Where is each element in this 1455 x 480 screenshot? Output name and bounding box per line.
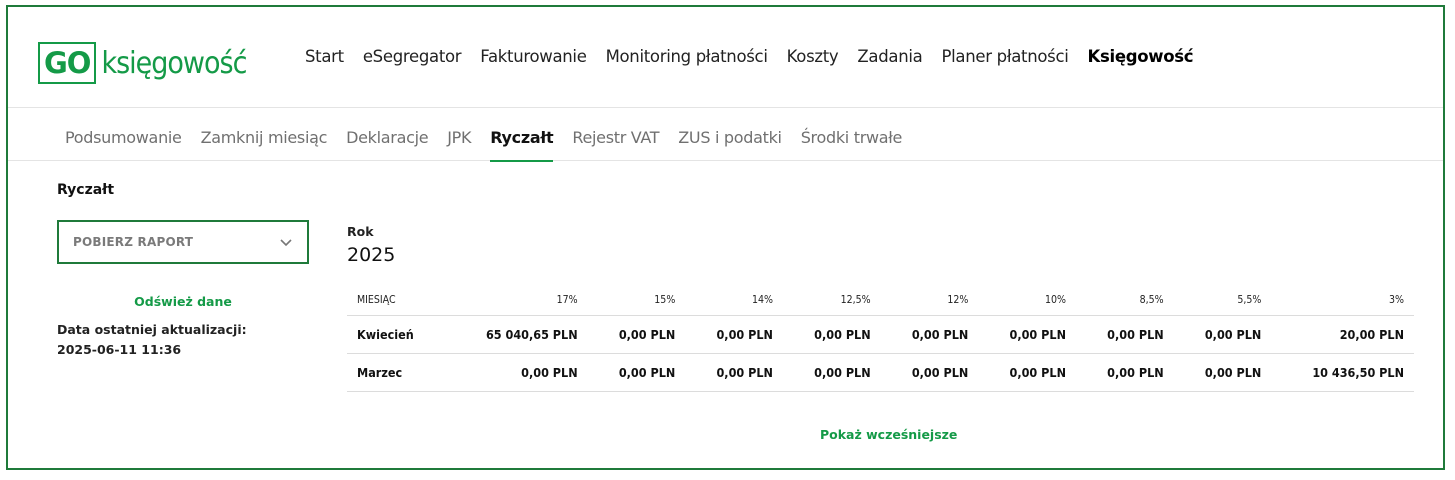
sub-nav-tab[interactable]: JPK (447, 128, 471, 161)
table-header-cell: 5,5% (1173, 285, 1272, 316)
amount-cell: 0,00 PLN (978, 353, 1076, 392)
main-nav: Start eSegregator Fakturowanie Monitoring p… (305, 47, 1212, 66)
table-header-cell: MIESIĄC (347, 285, 445, 316)
table-body: Kwiecień 65 040,65 PLN 0,00 PLN 0,00 PLN 0,0… (347, 315, 1414, 392)
main-nav-item[interactable]: Planer płatności (941, 47, 1068, 66)
sub-nav-tabs: Podsumowanie Zamknij miesiąc Deklaracje JPK… (65, 128, 921, 162)
amount-cell: 0,00 PLN (978, 315, 1076, 354)
show-earlier-link[interactable]: Pokaż wcześniejsze (820, 427, 957, 442)
sub-nav-tab[interactable]: ZUS i podatki (678, 128, 782, 161)
main-nav-item[interactable]: Zadania (857, 47, 922, 66)
table-header-cell: 10% (978, 285, 1076, 316)
amount-cell: 0,00 PLN (1075, 353, 1174, 392)
logo[interactable]: GO księgowość (38, 37, 247, 89)
chevron-down-icon (280, 239, 292, 247)
dropdown-label: POBIERZ RAPORT (73, 235, 194, 249)
amount-cell: 0,00 PLN (1173, 315, 1272, 354)
table-row: Kwiecień 65 040,65 PLN 0,00 PLN 0,00 PLN 0,0… (347, 315, 1414, 354)
amount-cell: 0,00 PLN (587, 353, 686, 392)
amount-cell: 20,00 PLN (1271, 315, 1414, 354)
top-header: GO księgowość Start eSegregator Fakturowan… (8, 7, 1443, 108)
table-header-cell: 12,5% (782, 285, 881, 316)
table-header-row: MIESIĄC 17% 15% 14% 12,5% 12% 10% 8,5% 5,5% 3% (347, 285, 1414, 316)
download-report-dropdown[interactable]: POBIERZ RAPORT (57, 220, 309, 264)
table-header-cell: 3% (1271, 285, 1414, 316)
logo-mark: GO (38, 42, 97, 84)
amount-cell: 10 436,50 PLN (1271, 353, 1414, 392)
flat-rate-table: MIESIĄC 17% 15% 14% 12,5% 12% 10% 8,5% 5,5% 3% Kw… (347, 285, 1414, 392)
main-nav-item[interactable]: Koszty (787, 47, 839, 66)
table-header-cell: 8,5% (1075, 285, 1174, 316)
table-header-cell: 12% (880, 285, 979, 316)
sub-nav-tab[interactable]: Deklaracje (346, 128, 428, 161)
month-cell: Marzec (347, 353, 445, 392)
amount-cell: 0,00 PLN (445, 353, 588, 392)
main-nav-item[interactable]: Fakturowanie (480, 47, 587, 66)
amount-cell: 0,00 PLN (880, 315, 979, 354)
last-update-label: Data ostatniej aktualizacji: (57, 322, 247, 337)
amount-cell: 0,00 PLN (782, 315, 881, 354)
sub-nav: Podsumowanie Zamknij miesiąc Deklaracje JPK… (8, 108, 1443, 162)
amount-cell: 0,00 PLN (782, 353, 881, 392)
sub-nav-tab[interactable]: Podsumowanie (65, 128, 182, 161)
table-header-cell: 14% (685, 285, 783, 316)
amount-cell: 65 040,65 PLN (445, 315, 588, 354)
amount-cell: 0,00 PLN (587, 315, 686, 354)
month-cell: Kwiecień (347, 315, 445, 354)
left-panel: Ryczałt POBIERZ RAPORT Odśwież dane Data… (57, 182, 312, 357)
main-nav-item[interactable]: Start (305, 47, 344, 66)
refresh-data-link[interactable]: Odśwież dane (57, 294, 309, 309)
amount-cell: 0,00 PLN (685, 353, 783, 392)
table-header-cell: 15% (587, 285, 686, 316)
table-header-cell: 17% (445, 285, 588, 316)
sub-nav-tab[interactable]: Rejestr VAT (572, 128, 659, 161)
section-title: Ryczałt (57, 182, 115, 198)
year-value: 2025 (347, 244, 396, 266)
main-nav-item[interactable]: eSegregator (363, 47, 462, 66)
sub-nav-tab[interactable]: Ryczałt (490, 128, 554, 162)
table-row: Marzec 0,00 PLN 0,00 PLN 0,00 PLN 0,00 PLN 0,… (347, 353, 1414, 392)
year-label: Rok (347, 224, 374, 239)
amount-cell: 0,00 PLN (1075, 315, 1174, 354)
amount-cell: 0,00 PLN (685, 315, 783, 354)
main-nav-item[interactable]: Monitoring płatności (606, 47, 768, 66)
amount-cell: 0,00 PLN (1173, 353, 1272, 392)
amount-cell: 0,00 PLN (880, 353, 979, 392)
sub-nav-tab[interactable]: Zamknij miesiąc (201, 128, 328, 161)
sub-nav-tab[interactable]: Środki trwałe (801, 128, 903, 161)
logo-text: księgowość (101, 45, 247, 81)
last-update-value: 2025-06-11 11:36 (57, 342, 182, 357)
main-nav-item[interactable]: Księgowość (1088, 47, 1194, 66)
